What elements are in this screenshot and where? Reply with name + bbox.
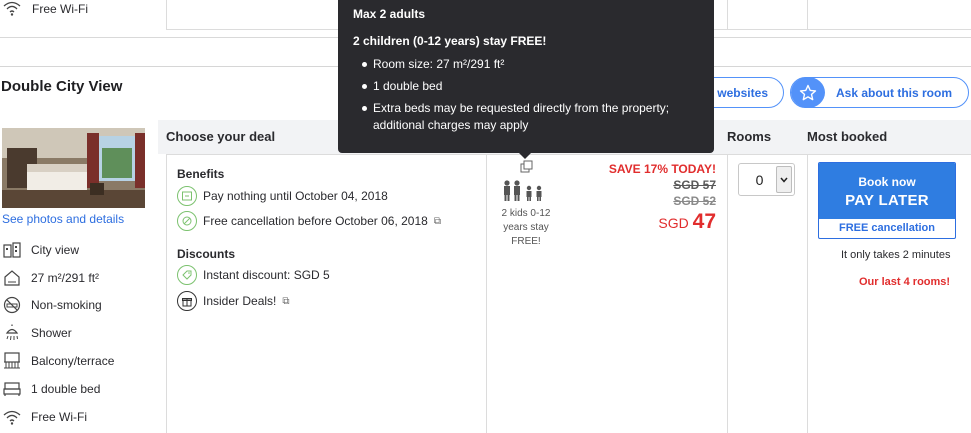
- price-amount: 47: [692, 210, 716, 233]
- feature-label: Free Wi-Fi: [31, 409, 87, 424]
- room-title: Double City View: [1, 78, 123, 95]
- tooltip-detail: 1 double bed: [353, 78, 699, 95]
- discount-tag-icon: [177, 265, 197, 285]
- rooms-column-header: Rooms: [727, 129, 772, 144]
- instant-discount: Instant discount: SGD 5: [177, 265, 330, 285]
- column-divider: [727, 154, 728, 433]
- column-divider: [166, 154, 167, 433]
- crossed-out-price: SGD 52: [673, 194, 716, 208]
- tooltip-children: 2 children (0-12 years) stay FREE!: [353, 34, 547, 48]
- previous-room-wifi-feature: Free Wi-Fi: [2, 0, 88, 18]
- tooltip-details-list: Room size: 27 m²/291 ft² 1 double bed Ex…: [353, 56, 699, 134]
- feature-bed: 1 double bed: [2, 375, 114, 403]
- wifi-icon: [2, 408, 22, 426]
- kids-text-line: FREE!: [511, 236, 541, 247]
- column-divider: [727, 0, 728, 30]
- instant-discount-text: Instant discount: SGD 5: [203, 268, 330, 282]
- deal-column-header: Choose your deal: [166, 129, 276, 144]
- tooltip-max-adults: Max 2 adults: [353, 7, 426, 21]
- room-features-list: City view 27 m²/291 ft² Non-smoking Show…: [2, 236, 114, 431]
- feature-label: Balcony/terrace: [31, 354, 115, 369]
- pay-later-label: PAY LATER: [845, 192, 929, 209]
- compare-websites-label: websites: [717, 85, 768, 100]
- star-icon: [791, 77, 825, 108]
- feature-label: City view: [31, 242, 80, 257]
- city-view-icon: [2, 241, 22, 259]
- price-block: SAVE 17% TODAY! SGD 57 SGD 52 SGD 47: [546, 162, 716, 234]
- rooms-quantity-value: 0: [755, 171, 764, 188]
- cancellation-icon: [177, 211, 197, 231]
- feature-label: Non-smoking: [31, 298, 102, 313]
- chevron-down-icon[interactable]: [776, 166, 792, 193]
- pay-nothing-benefit: Pay nothing until October 04, 2018: [177, 186, 388, 206]
- column-divider: [807, 154, 808, 433]
- external-link-icon[interactable]: ⧉: [282, 296, 289, 307]
- copy-icon[interactable]: [520, 160, 533, 176]
- ask-about-room-label: Ask about this room: [836, 85, 953, 100]
- non-smoking-icon: [2, 296, 22, 314]
- ask-about-room-button[interactable]: Ask about this room: [790, 77, 969, 108]
- tooltip-arrow: [518, 152, 532, 159]
- most-booked-column-header: Most booked: [807, 129, 888, 144]
- pay-later-icon: [177, 186, 197, 206]
- book-now-label: Book now: [858, 175, 916, 189]
- bed-icon: [2, 380, 22, 398]
- feature-balcony: Balcony/terrace: [2, 347, 114, 375]
- last-rooms-alert: Our last 4 rooms!: [859, 276, 951, 288]
- column-divider: [486, 154, 487, 433]
- feature-label: Shower: [31, 326, 72, 341]
- row-top-border: [166, 154, 971, 155]
- external-link-icon[interactable]: ⧉: [434, 216, 441, 227]
- feature-room-size: 27 m²/291 ft²: [2, 264, 114, 292]
- final-price: SGD 47: [546, 210, 716, 234]
- pay-nothing-text: Pay nothing until October 04, 2018: [203, 189, 388, 203]
- occupancy-icon[interactable]: [497, 180, 553, 205]
- feature-non-smoking: Non-smoking: [2, 292, 114, 320]
- feature-label: 27 m²/291 ft²: [31, 270, 100, 285]
- feature-shower: Shower: [2, 319, 114, 347]
- discounts-title: Discounts: [177, 247, 236, 261]
- wifi-icon: [2, 0, 22, 19]
- free-cancellation-text[interactable]: Free cancellation before October 06, 201…: [203, 214, 428, 228]
- book-now-primary[interactable]: Book now PAY LATER: [819, 163, 955, 219]
- insider-deals-text[interactable]: Insider Deals!: [203, 294, 276, 308]
- insider-deals: Insider Deals! ⧉: [177, 291, 290, 311]
- rooms-quantity-select[interactable]: 0: [738, 163, 795, 196]
- room-size-icon: [2, 269, 22, 287]
- tooltip-detail: Extra beds may be requested directly fro…: [353, 100, 699, 134]
- booking-time-note: It only takes 2 minutes: [841, 249, 951, 261]
- feature-label: 1 double bed: [31, 381, 101, 396]
- previous-room-wifi-label: Free Wi-Fi: [32, 2, 88, 16]
- feature-city-view: City view: [2, 236, 114, 264]
- original-price: SGD 57: [673, 178, 716, 192]
- occupancy-tooltip: Max 2 adults 2 children (0-12 years) sta…: [338, 0, 714, 153]
- room-photo[interactable]: [2, 128, 145, 208]
- feature-wifi: Free Wi-Fi: [2, 403, 114, 431]
- see-photos-link[interactable]: See photos and details: [2, 212, 124, 226]
- price-currency: SGD: [658, 215, 689, 231]
- benefits-title: Benefits: [177, 167, 225, 181]
- column-divider: [807, 0, 808, 30]
- gift-icon: [177, 291, 197, 311]
- balcony-icon: [2, 352, 22, 370]
- free-cancellation-benefit: Free cancellation before October 06, 201…: [177, 211, 441, 231]
- column-divider: [166, 0, 167, 30]
- tooltip-detail: Room size: 27 m²/291 ft²: [353, 56, 699, 73]
- save-badge: SAVE 17% TODAY!: [608, 162, 716, 176]
- shower-icon: [2, 324, 22, 342]
- free-cancellation-label: FREE cancellation: [839, 222, 935, 234]
- book-now-button[interactable]: Book now PAY LATER FREE cancellation: [818, 162, 956, 239]
